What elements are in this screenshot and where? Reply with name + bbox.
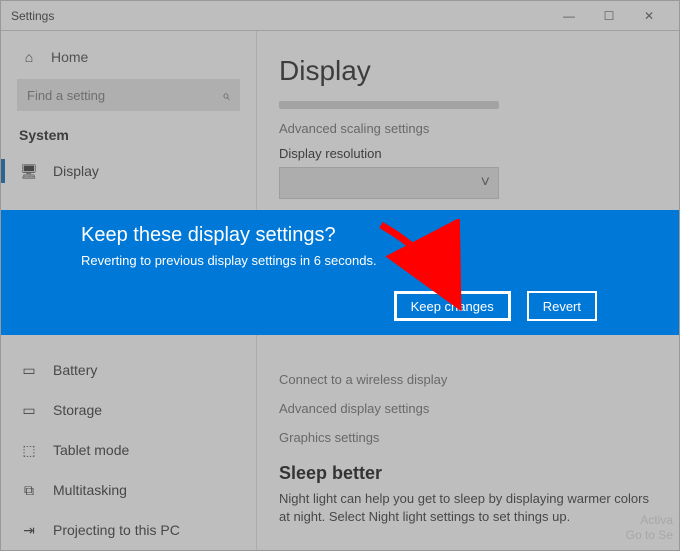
keep-changes-button[interactable]: Keep changes: [394, 291, 511, 321]
maximize-button[interactable]: ☐: [589, 2, 629, 30]
sidebar-item-label: Projecting to this PC: [53, 522, 180, 538]
sidebar-item-multitasking[interactable]: ⧉ Multitasking: [1, 470, 256, 510]
sidebar-item-label: Battery: [53, 362, 97, 378]
sidebar-item-storage[interactable]: ▭ Storage: [1, 390, 256, 430]
sleep-body: Night light can help you get to sleep by…: [279, 490, 659, 526]
window-title: Settings: [11, 9, 54, 23]
link-graphics[interactable]: Graphics settings: [279, 430, 659, 445]
close-button[interactable]: ✕: [629, 2, 669, 30]
label-resolution: Display resolution: [279, 146, 659, 161]
dialog-countdown: 6: [314, 253, 321, 268]
multitasking-icon: ⧉: [21, 482, 37, 498]
home-label: Home: [51, 49, 88, 65]
projecting-icon: ⇥: [21, 522, 37, 538]
sidebar-item-projecting[interactable]: ⇥ Projecting to this PC: [1, 510, 256, 550]
sleep-heading: Sleep better: [279, 463, 659, 484]
dialog-title: Keep these display settings?: [81, 224, 599, 247]
display-icon: 🖥: [21, 163, 37, 179]
link-connect-wireless[interactable]: Connect to a wireless display: [279, 372, 659, 387]
confirm-dialog: Keep these display settings? Reverting t…: [1, 210, 679, 335]
storage-icon: ▭: [21, 402, 37, 418]
home-icon: ⌂: [21, 49, 37, 65]
sidebar-item-battery[interactable]: ▭ Battery: [1, 350, 256, 390]
sidebar-item-label: Tablet mode: [53, 442, 129, 458]
revert-button[interactable]: Revert: [527, 291, 597, 321]
dialog-message: Reverting to previous display settings i…: [81, 253, 599, 268]
dialog-msg-prefix: Reverting to previous display settings i…: [81, 253, 314, 268]
category-header: System: [1, 121, 256, 151]
dropdown-resolution[interactable]: ˅: [279, 167, 499, 199]
titlebar: Settings — ☐ ✕: [1, 1, 679, 31]
tablet-icon: ⬚: [21, 442, 37, 458]
link-adv-scaling[interactable]: Advanced scaling settings: [279, 121, 659, 136]
dialog-msg-suffix: seconds.: [325, 253, 377, 268]
chevron-down-icon: ˅: [481, 174, 490, 192]
page-title: Display: [279, 55, 659, 87]
brightness-slider-placeholder[interactable]: [279, 101, 499, 109]
sidebar-item-label: Multitasking: [53, 482, 127, 498]
home-link[interactable]: ⌂ Home: [1, 41, 256, 73]
sidebar-item-label: Storage: [53, 402, 102, 418]
sidebar-item-label: Display: [53, 163, 99, 179]
minimize-button[interactable]: —: [549, 2, 589, 30]
link-adv-display[interactable]: Advanced display settings: [279, 401, 659, 416]
search-input[interactable]: [17, 79, 240, 111]
sidebar-item-tablet-mode[interactable]: ⬚ Tablet mode: [1, 430, 256, 470]
search-icon: ⌕: [222, 87, 230, 104]
battery-icon: ▭: [21, 362, 37, 378]
sidebar-item-display[interactable]: 🖥 Display: [1, 151, 256, 191]
